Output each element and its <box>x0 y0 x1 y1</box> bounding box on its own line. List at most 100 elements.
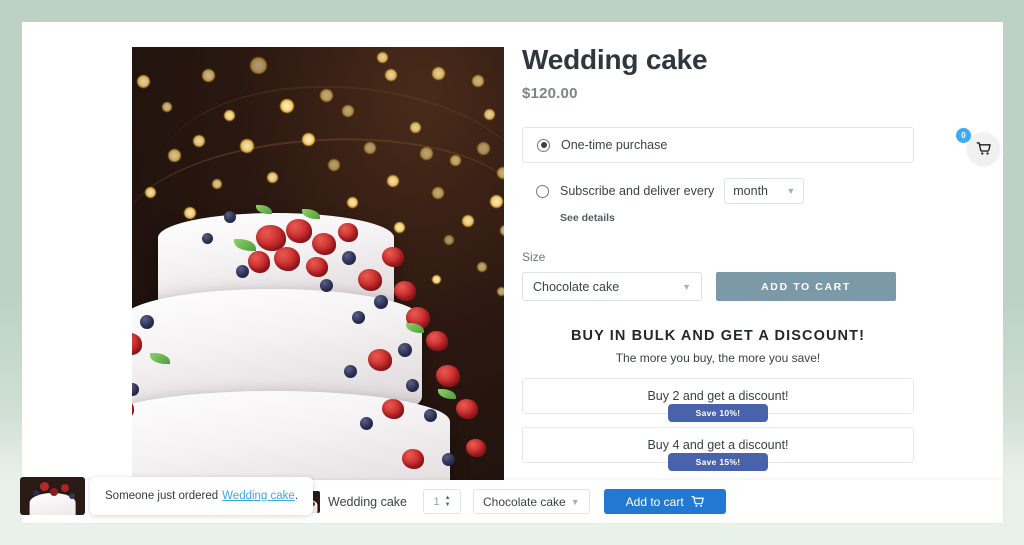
bokeh-light <box>193 135 205 147</box>
size-and-cart-row: Chocolate cake ▼ ADD TO CART <box>522 272 914 301</box>
strawberry <box>368 349 392 371</box>
bokeh-light <box>302 133 315 146</box>
subscribe-label: Subscribe and deliver every <box>560 184 714 198</box>
cart-item-count-badge: 0 <box>956 128 971 143</box>
notification-text-suffix: . <box>295 490 298 502</box>
quantity-stepper[interactable]: 1 ▲ ▼ <box>423 489 461 514</box>
size-label: Size <box>522 250 914 264</box>
blueberry <box>352 311 365 324</box>
strawberry <box>358 269 382 291</box>
blueberry <box>236 265 249 278</box>
bulk-tier-2[interactable]: Buy 4 and get a discount! Save 15%! <box>522 427 914 463</box>
bokeh-light <box>250 57 267 74</box>
bokeh-light <box>484 109 495 120</box>
strawberry <box>426 331 448 351</box>
bokeh-light <box>212 179 222 189</box>
bokeh-light <box>377 52 388 63</box>
product-image[interactable] <box>132 47 504 483</box>
chevron-down-icon: ▼ <box>682 282 691 292</box>
stepper-up-icon[interactable]: ▲ <box>445 496 451 501</box>
product-price: $120.00 <box>522 85 914 102</box>
blueberry <box>224 211 236 223</box>
radio-subscribe[interactable] <box>536 185 549 198</box>
subscription-interval-value: month <box>733 184 768 198</box>
subscribe-option-block: Subscribe and deliver every month ▼ See … <box>522 178 914 224</box>
blueberry <box>406 379 419 392</box>
purchase-options-box: One-time purchase <box>522 127 914 163</box>
blueberry <box>140 315 154 329</box>
bokeh-light <box>432 67 445 80</box>
notification-thumbnail <box>20 477 85 515</box>
strawberry <box>274 247 300 271</box>
blueberry <box>202 233 213 244</box>
bokeh-light <box>472 75 484 87</box>
sticky-add-to-cart-button[interactable]: Add to cart <box>604 489 726 514</box>
bulk-tier-2-label: Buy 4 and get a discount! <box>647 438 788 452</box>
mint-leaf <box>438 389 456 399</box>
sticky-bar-product-name: Wedding cake <box>328 495 407 509</box>
strawberry <box>436 365 460 387</box>
add-to-cart-button[interactable]: ADD TO CART <box>716 272 896 301</box>
bokeh-light <box>202 69 215 82</box>
floating-cart-button[interactable] <box>968 133 999 164</box>
one-time-purchase-label: One-time purchase <box>561 138 667 152</box>
cake-illustration <box>132 203 504 483</box>
radio-one-time-purchase[interactable] <box>537 139 550 152</box>
sticky-add-to-cart-label: Add to cart <box>626 495 684 509</box>
quantity-spinner[interactable]: ▲ ▼ <box>445 496 451 508</box>
bokeh-light <box>342 105 354 117</box>
sticky-bar-variant-select[interactable]: Chocolate cake ▼ <box>473 489 590 514</box>
strawberry <box>394 281 416 301</box>
bulk-tier-1-badge: Save 10%! <box>668 404 768 422</box>
see-details-link[interactable]: See details <box>560 212 914 224</box>
bulk-tier-1[interactable]: Buy 2 and get a discount! Save 10%! <box>522 378 914 414</box>
shopping-cart-icon <box>691 495 704 508</box>
sticky-bar-variant-value: Chocolate cake <box>483 495 566 509</box>
page-sheet: Wedding cake $120.00 One-time purchase S… <box>22 22 1003 517</box>
strawberry <box>306 257 328 277</box>
blueberry <box>374 295 388 309</box>
order-notification[interactable]: Someone just ordered Wedding cake . <box>20 477 313 515</box>
bulk-tier-1-label: Buy 2 and get a discount! <box>647 389 788 403</box>
subscription-interval-select[interactable]: month ▼ <box>724 178 804 204</box>
strawberry <box>456 399 478 419</box>
strawberry <box>338 223 358 242</box>
blueberry <box>442 453 455 466</box>
bulk-tier-2-badge: Save 15%! <box>668 453 768 471</box>
strawberry <box>382 399 404 419</box>
shopping-cart-icon <box>976 141 991 156</box>
bokeh-light <box>224 110 235 121</box>
page-title: Wedding cake <box>522 44 914 76</box>
bokeh-light <box>168 149 181 162</box>
strawberry <box>466 439 486 457</box>
bokeh-light <box>364 142 376 154</box>
blueberry <box>398 343 412 357</box>
bokeh-light <box>145 187 156 198</box>
quantity-value: 1 <box>433 496 439 508</box>
notification-product-link[interactable]: Wedding cake <box>222 490 295 502</box>
stepper-down-icon[interactable]: ▼ <box>445 503 451 508</box>
blueberry <box>320 279 333 292</box>
bokeh-light <box>420 147 433 160</box>
strawberry <box>382 247 404 267</box>
bokeh-light <box>280 99 294 113</box>
size-select-value: Chocolate cake <box>533 280 619 294</box>
notification-card: Someone just ordered Wedding cake . <box>90 477 313 515</box>
one-time-purchase-option[interactable]: One-time purchase <box>523 128 913 162</box>
subscribe-option[interactable]: Subscribe and deliver every month ▼ <box>522 178 914 204</box>
thumbnail-berry <box>33 490 39 496</box>
thumbnail-berry <box>61 484 69 492</box>
bulk-discount-heading: BUY IN BULK AND GET A DISCOUNT! <box>522 328 914 344</box>
bokeh-light <box>162 102 172 112</box>
bokeh-light <box>477 142 490 155</box>
strawberry <box>312 233 336 255</box>
bokeh-light <box>137 75 150 88</box>
bokeh-light <box>410 122 421 133</box>
bokeh-light <box>450 155 461 166</box>
strawberry <box>286 219 312 243</box>
bulk-discount-subheading: The more you buy, the more you save! <box>522 351 914 365</box>
strawberry <box>402 449 424 469</box>
size-select[interactable]: Chocolate cake ▼ <box>522 272 702 301</box>
bokeh-light <box>387 175 399 187</box>
bokeh-light <box>497 167 504 179</box>
